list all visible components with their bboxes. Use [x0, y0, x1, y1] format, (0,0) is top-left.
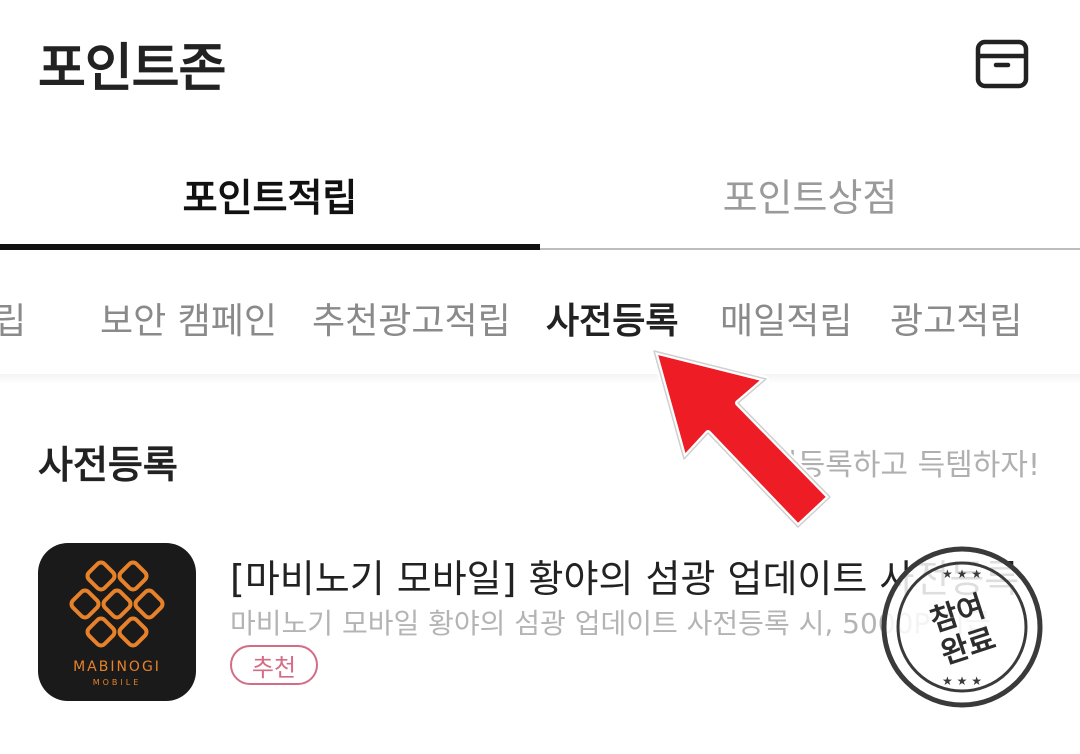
- category-pre-registration[interactable]: 사전등록: [546, 292, 678, 344]
- logo-text-main: MABINOGI: [73, 659, 161, 675]
- tab-point-earn[interactable]: 포인트적립: [0, 140, 540, 248]
- stamp-stars-top: ★ ★ ★: [942, 567, 982, 581]
- tab-point-shop-label: 포인트상점: [722, 175, 898, 220]
- category-earn[interactable]: 적립: [0, 292, 26, 344]
- participation-complete-stamp: ★ ★ ★ ★ ★ ★ 참여 완료: [881, 546, 1043, 708]
- tab-divider: [540, 248, 1080, 250]
- section-title: 사전등록: [38, 443, 178, 487]
- category-daily[interactable]: 매일적립: [720, 292, 852, 344]
- inbox-button[interactable]: [974, 38, 1030, 90]
- category-security-campaign[interactable]: 보안 캠페인: [100, 292, 277, 344]
- category-bar: 적립 보안 캠페인 추천광고적립 사전등록 매일적립 광고적립: [0, 280, 1080, 350]
- section-divider: [0, 374, 1080, 384]
- app-icon[interactable]: MABINOGI MOBILE: [38, 543, 196, 701]
- mabinogi-logo-icon: MABINOGI MOBILE: [69, 560, 165, 687]
- category-ad[interactable]: 광고적립: [890, 292, 1022, 344]
- red-arrow-annotation: [651, 348, 833, 530]
- tab-indicator: [0, 244, 540, 250]
- tab-point-earn-label: 포인트적립: [182, 175, 358, 220]
- tab-point-shop[interactable]: 포인트상점: [540, 140, 1080, 248]
- category-recommended-ad[interactable]: 추천광고적립: [312, 292, 511, 344]
- inbox-icon: [975, 39, 1029, 89]
- logo-text-sub: MOBILE: [93, 678, 142, 687]
- page-title: 포인트존: [38, 39, 226, 99]
- recommend-badge: 추천: [230, 645, 318, 685]
- stamp-stars-bottom: ★ ★ ★: [942, 674, 982, 688]
